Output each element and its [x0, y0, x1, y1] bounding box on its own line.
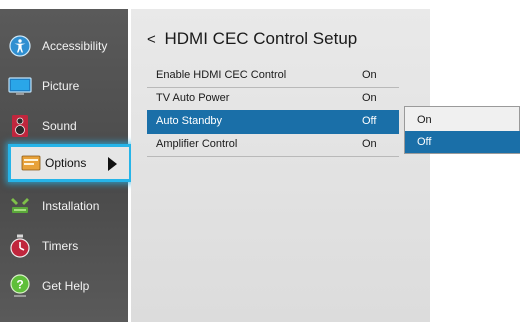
svg-text:?: ? — [16, 278, 23, 292]
setting-value: On — [362, 92, 377, 104]
setting-label: Enable HDMI CEC Control — [156, 69, 287, 81]
option-label: Off — [417, 136, 432, 148]
sidebar-item-sound[interactable]: Sound — [0, 106, 128, 146]
speaker-icon — [8, 114, 32, 138]
help-icon: ? — [8, 274, 32, 298]
sidebar-item-picture[interactable]: Picture — [0, 66, 128, 106]
setting-row-amplifier-control[interactable]: Amplifier Control On — [147, 133, 399, 157]
setting-row-enable-hdmi-cec[interactable]: Enable HDMI CEC Control On — [147, 64, 399, 88]
setting-value: On — [362, 69, 377, 81]
sidebar-item-options[interactable]: Options — [8, 144, 132, 182]
option-on[interactable]: On — [405, 109, 520, 131]
sidebar-item-label: Sound — [42, 119, 77, 133]
options-icon — [19, 151, 43, 175]
installation-icon — [8, 194, 32, 218]
page-title: < HDMI CEC Control Setup — [147, 29, 357, 49]
hdmi-cec-settings-panel: < HDMI CEC Control Setup Enable HDMI CEC… — [131, 9, 430, 322]
sidebar-item-label: Timers — [42, 239, 79, 253]
auto-standby-options-popup: On Off — [404, 106, 520, 154]
sidebar-item-label: Get Help — [42, 279, 90, 293]
timer-icon — [8, 234, 32, 258]
setting-value: Off — [362, 115, 377, 127]
setting-label: Auto Standby — [156, 115, 223, 127]
setting-row-tv-auto-power[interactable]: TV Auto Power On — [147, 87, 399, 111]
sidebar-item-label: Options — [45, 156, 87, 170]
sidebar-item-accessibility[interactable]: Accessibility — [0, 26, 128, 66]
option-label: On — [417, 114, 432, 126]
sidebar-item-label: Accessibility — [42, 39, 108, 53]
setting-row-auto-standby[interactable]: Auto Standby Off — [147, 110, 399, 134]
option-off[interactable]: Off — [405, 131, 520, 153]
tv-settings-screen: Accessibility Picture Sound Installation… — [0, 0, 520, 322]
sidebar-item-installation[interactable]: Installation — [0, 186, 128, 226]
chevron-right-icon — [108, 157, 117, 171]
picture-icon — [8, 74, 32, 98]
setting-value: On — [362, 138, 377, 150]
back-icon[interactable]: < — [147, 31, 156, 48]
setting-label: TV Auto Power — [156, 92, 230, 104]
page-title-text: HDMI CEC Control Setup — [164, 29, 358, 48]
sidebar-item-get-help[interactable]: ? Get Help — [0, 266, 128, 306]
accessibility-icon — [8, 34, 32, 58]
sidebar-item-label: Installation — [42, 199, 100, 213]
setting-label: Amplifier Control — [156, 138, 238, 150]
sidebar-item-label: Picture — [42, 79, 80, 93]
sidebar-item-timers[interactable]: Timers — [0, 226, 128, 266]
